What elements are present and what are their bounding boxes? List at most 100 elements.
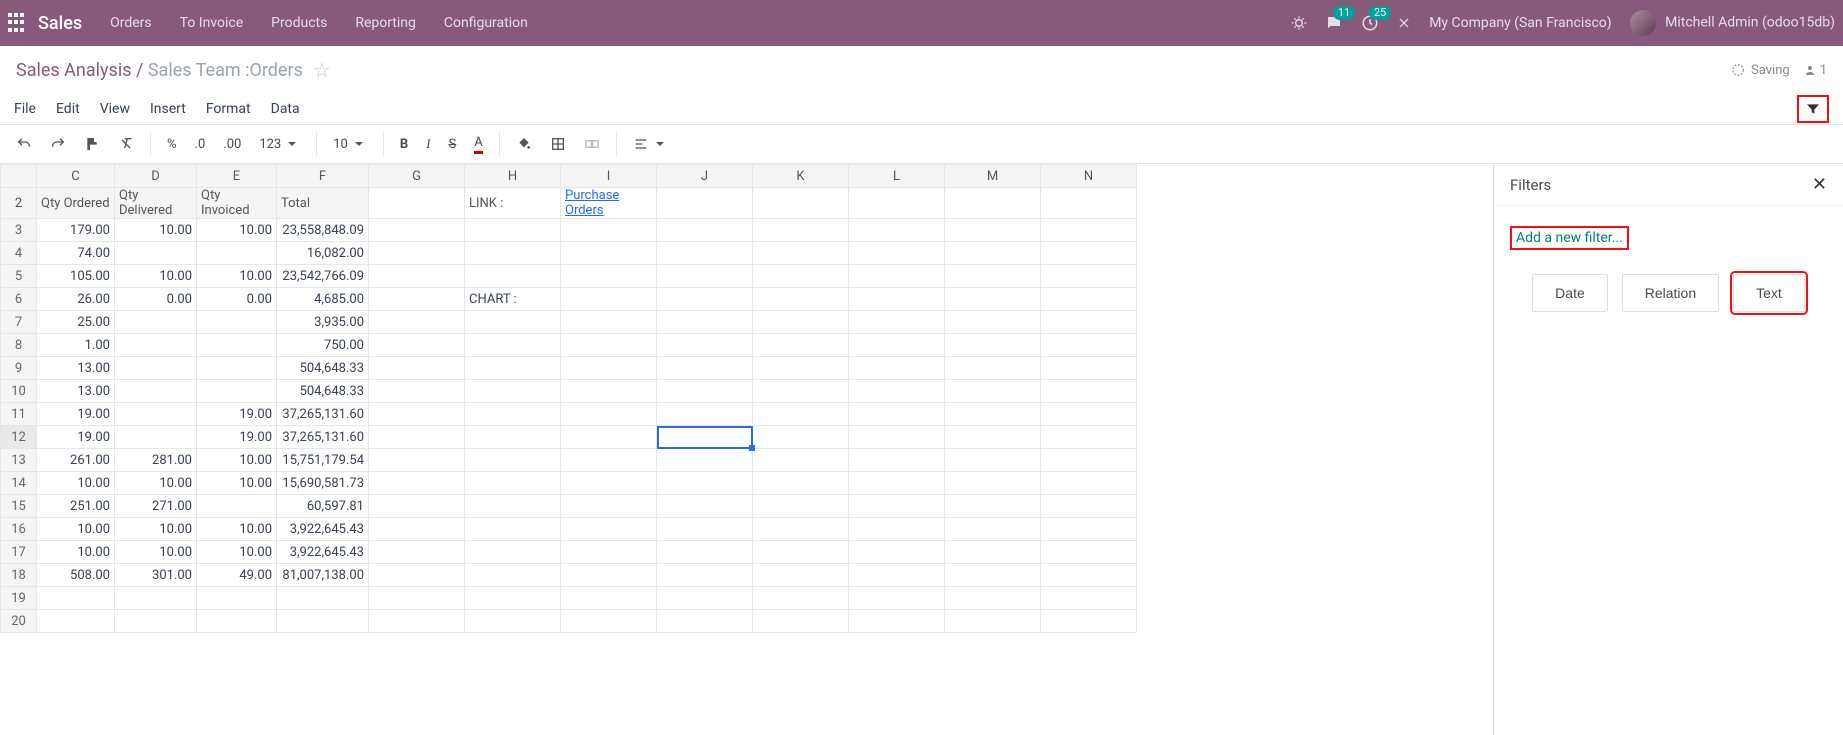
cell[interactable]: [277, 587, 369, 610]
menu-file[interactable]: File: [14, 101, 36, 117]
cell[interactable]: [1041, 587, 1137, 610]
cell[interactable]: [945, 610, 1041, 633]
selected-cell[interactable]: [657, 426, 753, 449]
cell[interactable]: [849, 188, 945, 219]
cell[interactable]: [849, 495, 945, 518]
cell[interactable]: [1041, 288, 1137, 311]
cell[interactable]: [561, 541, 657, 564]
cell[interactable]: [369, 449, 465, 472]
cell[interactable]: 1.00: [37, 334, 115, 357]
cell[interactable]: [369, 518, 465, 541]
cell[interactable]: [945, 357, 1041, 380]
cell-link[interactable]: Purchase Orders: [561, 188, 657, 219]
cell[interactable]: [561, 495, 657, 518]
cell[interactable]: [465, 564, 561, 587]
cell[interactable]: [849, 380, 945, 403]
cell[interactable]: [849, 587, 945, 610]
cell[interactable]: [1041, 449, 1137, 472]
cell[interactable]: [369, 587, 465, 610]
cell[interactable]: [753, 188, 849, 219]
cell[interactable]: [657, 357, 753, 380]
cell[interactable]: [1041, 403, 1137, 426]
menu-data[interactable]: Data: [271, 101, 300, 117]
cell[interactable]: 10.00: [197, 541, 277, 564]
activity-icon[interactable]: 25: [1361, 14, 1379, 32]
cell[interactable]: [465, 610, 561, 633]
row-header[interactable]: 15: [1, 495, 37, 518]
cell[interactable]: [369, 288, 465, 311]
cell[interactable]: [369, 242, 465, 265]
close-tray-icon[interactable]: [1397, 16, 1411, 30]
cell[interactable]: [753, 380, 849, 403]
cell[interactable]: 105.00: [37, 265, 115, 288]
cell[interactable]: [849, 449, 945, 472]
cell[interactable]: 10.00: [115, 265, 197, 288]
add-filter-button[interactable]: Add a new filter...: [1510, 226, 1629, 250]
cell[interactable]: [465, 265, 561, 288]
cell[interactable]: 15,690,581.73: [277, 472, 369, 495]
cell[interactable]: [1041, 265, 1137, 288]
cell[interactable]: [115, 311, 197, 334]
cell[interactable]: [561, 610, 657, 633]
cell[interactable]: [1041, 426, 1137, 449]
cell[interactable]: [657, 219, 753, 242]
cell[interactable]: [753, 472, 849, 495]
cell[interactable]: [561, 311, 657, 334]
cell[interactable]: CHART :: [465, 288, 561, 311]
cell[interactable]: [657, 518, 753, 541]
cell[interactable]: [657, 587, 753, 610]
cell[interactable]: [753, 311, 849, 334]
cell[interactable]: [945, 219, 1041, 242]
cell[interactable]: [849, 219, 945, 242]
cell[interactable]: 81,007,138.00: [277, 564, 369, 587]
cell[interactable]: [945, 403, 1041, 426]
cell[interactable]: [753, 288, 849, 311]
cell[interactable]: [657, 188, 753, 219]
filter-date-button[interactable]: Date: [1532, 274, 1608, 312]
cell[interactable]: [465, 334, 561, 357]
cell[interactable]: [369, 610, 465, 633]
cell[interactable]: 16,082.00: [277, 242, 369, 265]
cell[interactable]: [115, 403, 197, 426]
cell[interactable]: [849, 334, 945, 357]
cell[interactable]: [465, 541, 561, 564]
cell[interactable]: [753, 426, 849, 449]
col-header[interactable]: M: [945, 165, 1041, 188]
row-header[interactable]: 9: [1, 357, 37, 380]
cell[interactable]: 10.00: [197, 518, 277, 541]
cell[interactable]: [37, 610, 115, 633]
menu-view[interactable]: View: [100, 101, 130, 117]
cell[interactable]: [561, 587, 657, 610]
cell[interactable]: [753, 357, 849, 380]
nav-products[interactable]: Products: [271, 15, 327, 31]
cell[interactable]: [945, 518, 1041, 541]
cell[interactable]: [369, 495, 465, 518]
cell[interactable]: [657, 334, 753, 357]
col-header[interactable]: G: [369, 165, 465, 188]
cell[interactable]: [849, 610, 945, 633]
cell[interactable]: [753, 403, 849, 426]
row-header[interactable]: 12: [1, 426, 37, 449]
nav-orders[interactable]: Orders: [110, 15, 152, 31]
menu-format[interactable]: Format: [206, 101, 251, 117]
cell[interactable]: [465, 311, 561, 334]
cell[interactable]: [197, 495, 277, 518]
paint-format-button[interactable]: [78, 132, 106, 156]
cell[interactable]: [369, 357, 465, 380]
cell[interactable]: [753, 495, 849, 518]
row-header[interactable]: 19: [1, 587, 37, 610]
user-menu[interactable]: Mitchell Admin (odoo15db): [1630, 10, 1835, 36]
favorite-star-icon[interactable]: ☆: [313, 58, 331, 82]
cell[interactable]: [753, 265, 849, 288]
cell[interactable]: [753, 564, 849, 587]
cell[interactable]: [849, 518, 945, 541]
cell[interactable]: [753, 334, 849, 357]
cell[interactable]: [369, 219, 465, 242]
menu-insert[interactable]: Insert: [150, 101, 186, 117]
cell[interactable]: [1041, 472, 1137, 495]
cell[interactable]: [945, 311, 1041, 334]
number-format-button[interactable]: 123: [253, 132, 306, 156]
corner-cell[interactable]: [1, 165, 37, 188]
align-button[interactable]: [627, 132, 674, 156]
cell[interactable]: [561, 564, 657, 587]
